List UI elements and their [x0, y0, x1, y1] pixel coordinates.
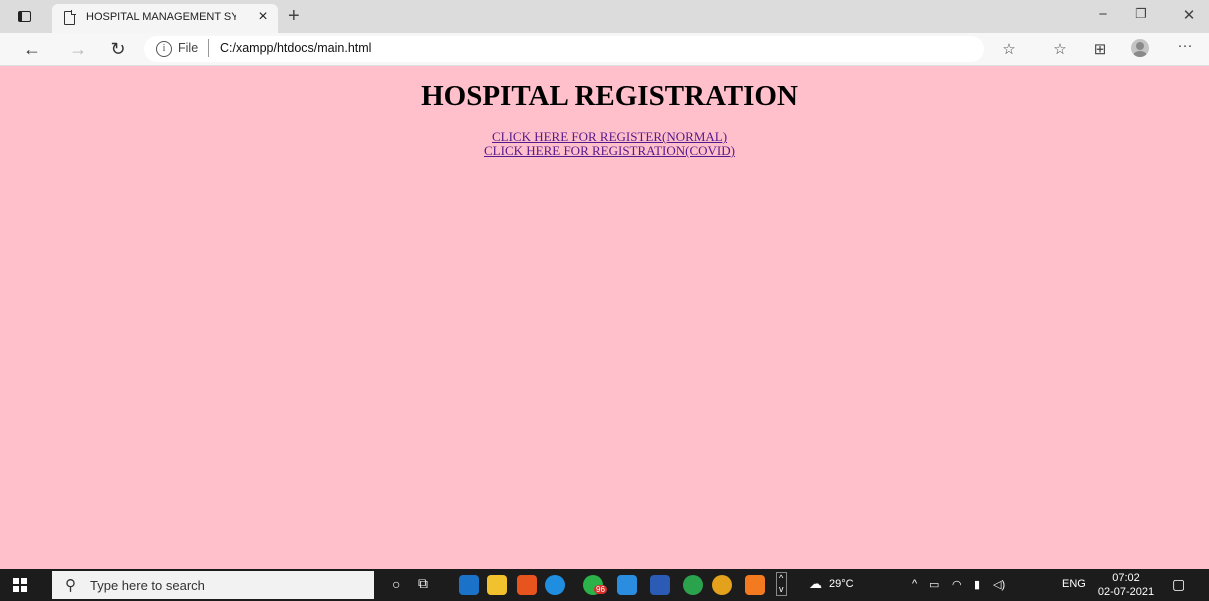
clock-date: 02-07-2021 [1097, 586, 1155, 598]
page-icon [64, 10, 76, 25]
vscode-icon[interactable] [617, 575, 637, 595]
weather-temperature[interactable]: 29°C [829, 578, 854, 590]
browser-tab[interactable]: HOSPITAL MANAGEMENT SYSTE × [52, 4, 278, 33]
search-icon: ⚲ [65, 577, 76, 594]
clock-time: 07:02 [1112, 572, 1140, 584]
notification-badge: 96 [594, 585, 607, 594]
word-app-icon[interactable] [650, 575, 670, 595]
tab-actions-button[interactable] [14, 9, 36, 25]
windows-start-button[interactable] [13, 578, 28, 592]
system-clock[interactable]: 07:02 02-07-2021 [1094, 571, 1158, 599]
close-window-button[interactable]: ✕ [1179, 6, 1199, 24]
register-normal-link[interactable]: CLICK HERE FOR REGISTER(NORMAL) [0, 130, 1209, 144]
notifications-icon[interactable]: ▢ [1172, 576, 1185, 593]
overflow-arrows-icon[interactable]: ^ v [776, 572, 787, 596]
show-hidden-icons-chevron-up-icon[interactable]: ^ [912, 578, 917, 590]
chrome-profile-icon[interactable] [683, 575, 703, 595]
forward-button[interactable]: → [66, 37, 90, 61]
minimize-button[interactable]: − [1093, 6, 1113, 23]
browser-tab-strip: HOSPITAL MANAGEMENT SYSTE × + − ❐ ✕ [0, 0, 1209, 33]
back-button[interactable]: ← [20, 37, 44, 61]
edge-browser-icon[interactable] [545, 575, 565, 595]
refresh-button[interactable]: ↻ [106, 37, 130, 61]
favorites-icon[interactable]: ☆ [1049, 40, 1071, 58]
office-app-icon[interactable] [517, 575, 537, 595]
address-divider [208, 39, 209, 57]
collections-icon[interactable]: ⊞ [1089, 40, 1111, 58]
profile-avatar[interactable] [1131, 39, 1149, 57]
task-view-icon[interactable]: ⧉ [418, 575, 428, 592]
more-menu-button[interactable]: ··· [1174, 37, 1196, 54]
address-url[interactable]: C:/xampp/htdocs/main.html [220, 41, 371, 55]
new-tab-button[interactable]: + [288, 5, 300, 27]
address-scheme-label: File [178, 41, 199, 55]
language-indicator[interactable]: ENG [1062, 578, 1086, 590]
browser-toolbar: ← → ↻ i File C:/xampp/htdocs/main.html [0, 33, 1209, 66]
xampp-icon[interactable] [745, 575, 765, 595]
site-info-icon[interactable]: i [156, 41, 172, 57]
file-explorer-icon[interactable] [487, 575, 507, 595]
taskbar: ⚲ Type here to search ○ ⧉ 96 ^ v ☁ 29°C ^… [0, 569, 1209, 601]
page-heading: HOSPITAL REGISTRATION [421, 80, 798, 112]
battery-icon[interactable]: ▭ [929, 578, 939, 591]
microphone-icon[interactable]: ▮ [974, 578, 980, 591]
cortana-icon[interactable]: ○ [392, 576, 400, 592]
page-content: HOSPITAL REGISTRATION CLICK HERE FOR REG… [0, 66, 1209, 566]
tab-actions-icon [18, 11, 31, 22]
registration-links: CLICK HERE FOR REGISTER(NORMAL) CLICK HE… [0, 130, 1209, 158]
chrome-profile-icon-2[interactable] [712, 575, 732, 595]
add-favorite-icon[interactable]: ☆ [998, 40, 1020, 58]
register-covid-link[interactable]: CLICK HERE FOR REGISTRATION(COVID) [0, 144, 1209, 158]
network-icon[interactable]: ◠ [952, 578, 962, 591]
mail-app-icon[interactable] [459, 575, 479, 595]
volume-icon[interactable]: ◁) [993, 578, 1005, 591]
restore-button[interactable]: ❐ [1131, 6, 1151, 22]
search-placeholder: Type here to search [90, 578, 205, 593]
weather-cloud-icon[interactable]: ☁ [809, 576, 822, 592]
tab-title: HOSPITAL MANAGEMENT SYSTE [86, 11, 236, 23]
taskbar-search-box[interactable]: ⚲ Type here to search [52, 571, 374, 599]
address-bar[interactable]: i File C:/xampp/htdocs/main.html [144, 36, 984, 62]
tab-close-button[interactable]: × [254, 8, 272, 26]
